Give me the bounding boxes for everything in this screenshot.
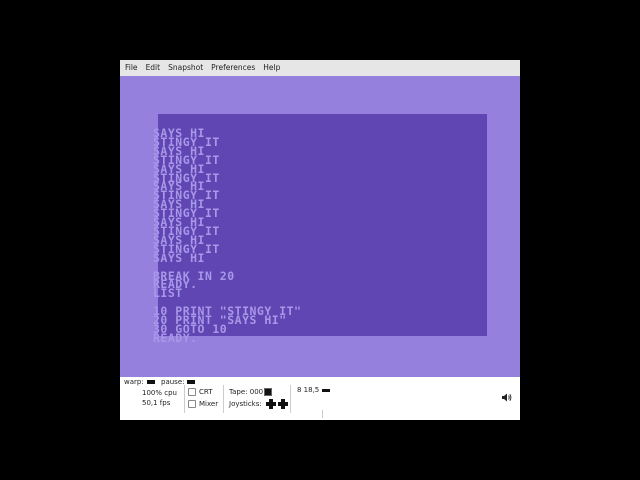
statusbar: warp: pause: 100% cpu 50,1 fps CRT Mixer… <box>120 377 520 420</box>
joystick-port2-icon[interactable] <box>277 399 288 409</box>
divider <box>322 410 323 418</box>
menu-preferences[interactable]: Preferences <box>207 60 259 76</box>
tape-counter: 000 <box>249 388 264 396</box>
tape-label: Tape: <box>229 388 248 396</box>
pause-label: pause: <box>161 378 185 386</box>
menu-file[interactable]: File <box>120 60 142 76</box>
mixer-toggle[interactable]: Mixer <box>188 400 218 408</box>
mixer-label: Mixer <box>199 400 219 408</box>
c64-screen-text: SAYS HI STINGY IT SAYS HI STINGY IT SAYS… <box>153 126 302 345</box>
crt-label: CRT <box>199 388 213 396</box>
fps-readout: 50,1 fps <box>142 399 171 407</box>
divider <box>184 385 185 413</box>
menubar: File Edit Snapshot Preferences Help <box>120 60 520 77</box>
mixer-checkbox[interactable] <box>188 400 196 408</box>
menu-snapshot[interactable]: Snapshot <box>164 60 207 76</box>
tape-status[interactable]: Tape: 000 <box>229 388 273 396</box>
warp-label: warp: <box>124 378 144 386</box>
crt-toggle[interactable]: CRT <box>188 388 213 396</box>
crt-checkbox[interactable] <box>188 388 196 396</box>
c64-display[interactable]: SAYS HI STINGY IT SAYS HI STINGY IT SAYS… <box>120 76 520 377</box>
drive-info: 8 18,5 <box>297 386 320 394</box>
speaker-icon[interactable] <box>502 393 512 404</box>
divider <box>223 385 224 413</box>
drive-led <box>322 388 331 392</box>
joystick-port1-icon[interactable] <box>265 399 276 409</box>
tape-control-icon[interactable] <box>264 388 273 396</box>
drive-status[interactable]: 8 18,5 <box>297 386 331 394</box>
vice-window: File Edit Snapshot Preferences Help SAYS… <box>120 60 520 420</box>
pause-led <box>187 380 196 384</box>
warp-led <box>146 380 155 384</box>
menu-edit[interactable]: Edit <box>142 60 165 76</box>
pause-indicator[interactable]: pause: <box>161 378 196 386</box>
warp-indicator[interactable]: warp: <box>124 378 155 386</box>
divider <box>290 385 291 413</box>
joysticks-label: Joysticks: <box>229 400 262 408</box>
joystick-status[interactable]: Joysticks: <box>229 399 288 409</box>
menu-help[interactable]: Help <box>259 60 284 76</box>
cpu-usage: 100% cpu <box>142 389 177 397</box>
